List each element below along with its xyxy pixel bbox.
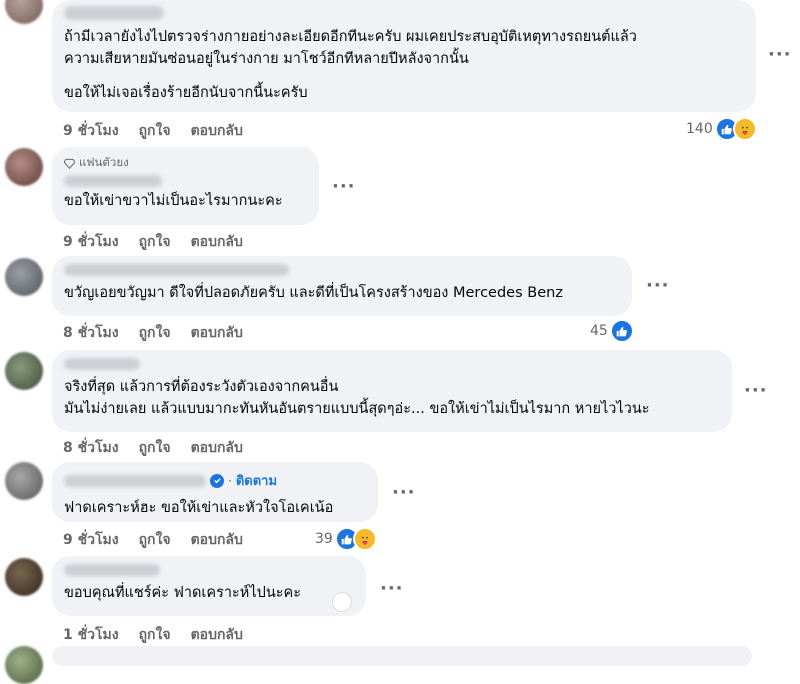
comment-text-line: ขวัญเอยขวัญมา ดีใจที่ปลอดภัยครับ และดีที… — [64, 285, 563, 301]
comment-text-line: ถ้ามีเวลายังไงไปตรวจร่างกายอย่างละเอียดอ… — [64, 29, 637, 45]
heart-reaction-icon[interactable] — [332, 592, 352, 612]
reaction-count: 39 — [315, 531, 333, 547]
comment-bubble: แฟนตัวยง ขอให้เข่าขวาไม่เป็นอะไรมากนะคะ — [52, 147, 319, 225]
like-reaction-icon — [609, 319, 634, 343]
like-button[interactable]: ถูกใจ — [139, 120, 171, 142]
like-button[interactable]: ถูกใจ — [139, 231, 171, 253]
care-reaction-icon — [732, 117, 757, 141]
more-options-icon[interactable]: ··· — [768, 44, 792, 65]
comment-time[interactable]: 9 ชั่วโมง — [63, 231, 119, 253]
more-options-icon[interactable]: ··· — [392, 482, 416, 503]
comment-actions: 9 ชั่วโมง ถูกใจ ตอบกลับ — [63, 120, 243, 142]
reaction-summary[interactable]: 45 — [590, 319, 634, 343]
reply-button[interactable]: ตอบกลับ — [191, 231, 243, 253]
comment-actions: 8 ชั่วโมง ถูกใจ ตอบกลับ — [63, 322, 243, 344]
comment-time[interactable]: 9 ชั่วโมง — [63, 529, 119, 551]
comment-bubble: จริงที่สุด แล้วการที่ต้องระวังตัวเองจากค… — [52, 350, 732, 432]
comment-actions: 8 ชั่วโมง ถูกใจ ตอบกลับ — [63, 437, 243, 459]
reply-button[interactable]: ตอบกลับ — [191, 120, 243, 142]
comment-time[interactable]: 1 ชั่วโมง — [63, 624, 119, 646]
reply-button[interactable]: ตอบกลับ — [191, 437, 243, 459]
comment-bubble: ขอบคุณที่แชร์ค่ะ ฟาดเคราะห์ไปนะคะ — [52, 556, 366, 616]
like-button[interactable]: ถูกใจ — [139, 322, 171, 344]
commenter-name[interactable] — [64, 474, 206, 487]
badge-label: แฟนตัวยง — [79, 155, 129, 169]
comment-bubble: ถ้ามีเวลายังไงไปตรวจร่างกายอย่างละเอียดอ… — [52, 0, 756, 112]
reply-button[interactable]: ตอบกลับ — [191, 529, 243, 551]
comment-text-line: จริงที่สุด แล้วการที่ต้องระวังตัวเองจากค… — [64, 379, 339, 395]
comment-time[interactable]: 8 ชั่วโมง — [63, 437, 119, 459]
comment-actions: 9 ชั่วโมง ถูกใจ ตอบกลับ — [63, 231, 243, 253]
commenter-name[interactable] — [64, 564, 160, 576]
comment-text-line: ขอบคุณที่แชร์ค่ะ ฟาดเคราะห์ไปนะคะ — [64, 585, 302, 601]
like-button[interactable]: ถูกใจ — [139, 529, 171, 551]
more-options-icon[interactable]: ··· — [332, 176, 356, 197]
more-options-icon[interactable]: ··· — [646, 275, 670, 296]
like-button[interactable]: ถูกใจ — [139, 437, 171, 459]
commenter-avatar[interactable] — [5, 462, 43, 500]
comment-text-line: ขอให้เข่าขวาไม่เป็นอะไรมากนะคะ — [64, 193, 283, 209]
comment-time[interactable]: 8 ชั่วโมง — [63, 322, 119, 344]
comment-bubble — [52, 646, 752, 666]
comment-bubble: ขวัญเอยขวัญมา ดีใจที่ปลอดภัยครับ และดีที… — [52, 256, 632, 316]
care-reaction-icon — [352, 527, 377, 551]
commenter-name[interactable] — [64, 175, 162, 187]
reaction-count: 45 — [590, 323, 608, 339]
comment-text-line: ขอให้ไม่เจอเรื่องร้ายอีกนับจากนี้นะครับ — [64, 85, 308, 101]
separator-dot: · — [228, 473, 232, 488]
more-options-icon[interactable]: ··· — [380, 578, 404, 599]
commenter-avatar[interactable] — [5, 148, 43, 186]
reply-button[interactable]: ตอบกลับ — [191, 624, 243, 646]
commenter-avatar[interactable] — [5, 558, 43, 596]
top-fan-badge: แฟนตัวยง — [64, 155, 307, 171]
commenter-name[interactable] — [64, 358, 140, 370]
reaction-count: 140 — [686, 121, 713, 137]
like-button[interactable]: ถูกใจ — [139, 624, 171, 646]
comment-bubble: · ติดตาม ฟาดเคราะห์ฮะ ขอให้เข่าและหัวใจโ… — [52, 462, 378, 522]
comment-actions: 1 ชั่วโมง ถูกใจ ตอบกลับ — [63, 624, 243, 646]
commenter-avatar[interactable] — [5, 258, 43, 296]
comment-actions: 9 ชั่วโมง ถูกใจ ตอบกลับ — [63, 529, 243, 551]
more-options-icon[interactable]: ··· — [744, 380, 768, 401]
comment-text-line: ความเสียหายมันซ่อนอยู่ในร่างกาย มาโชว์อี… — [64, 51, 469, 67]
commenter-header: · ติดตาม — [64, 470, 366, 491]
reaction-summary[interactable]: 140 — [686, 117, 757, 141]
comment-text-line: ฟาดเคราะห์ฮะ ขอให้เข่าและหัวใจโอเคเน้อ — [64, 500, 334, 516]
commenter-avatar[interactable] — [5, 352, 43, 390]
commenter-name[interactable] — [64, 264, 289, 276]
commenter-avatar[interactable] — [5, 0, 43, 24]
verified-badge-icon — [210, 473, 224, 488]
reaction-summary[interactable]: 39 — [315, 527, 377, 551]
comment-text-line: มันไม่ง่ายเลย แล้วแบบมากะทันหันอันตรายแบ… — [64, 401, 650, 417]
follow-button[interactable]: ติดตาม — [236, 470, 277, 491]
diamond-icon — [64, 158, 75, 169]
reply-button[interactable]: ตอบกลับ — [191, 322, 243, 344]
commenter-name[interactable] — [64, 6, 164, 20]
comment-time[interactable]: 9 ชั่วโมง — [63, 120, 119, 142]
